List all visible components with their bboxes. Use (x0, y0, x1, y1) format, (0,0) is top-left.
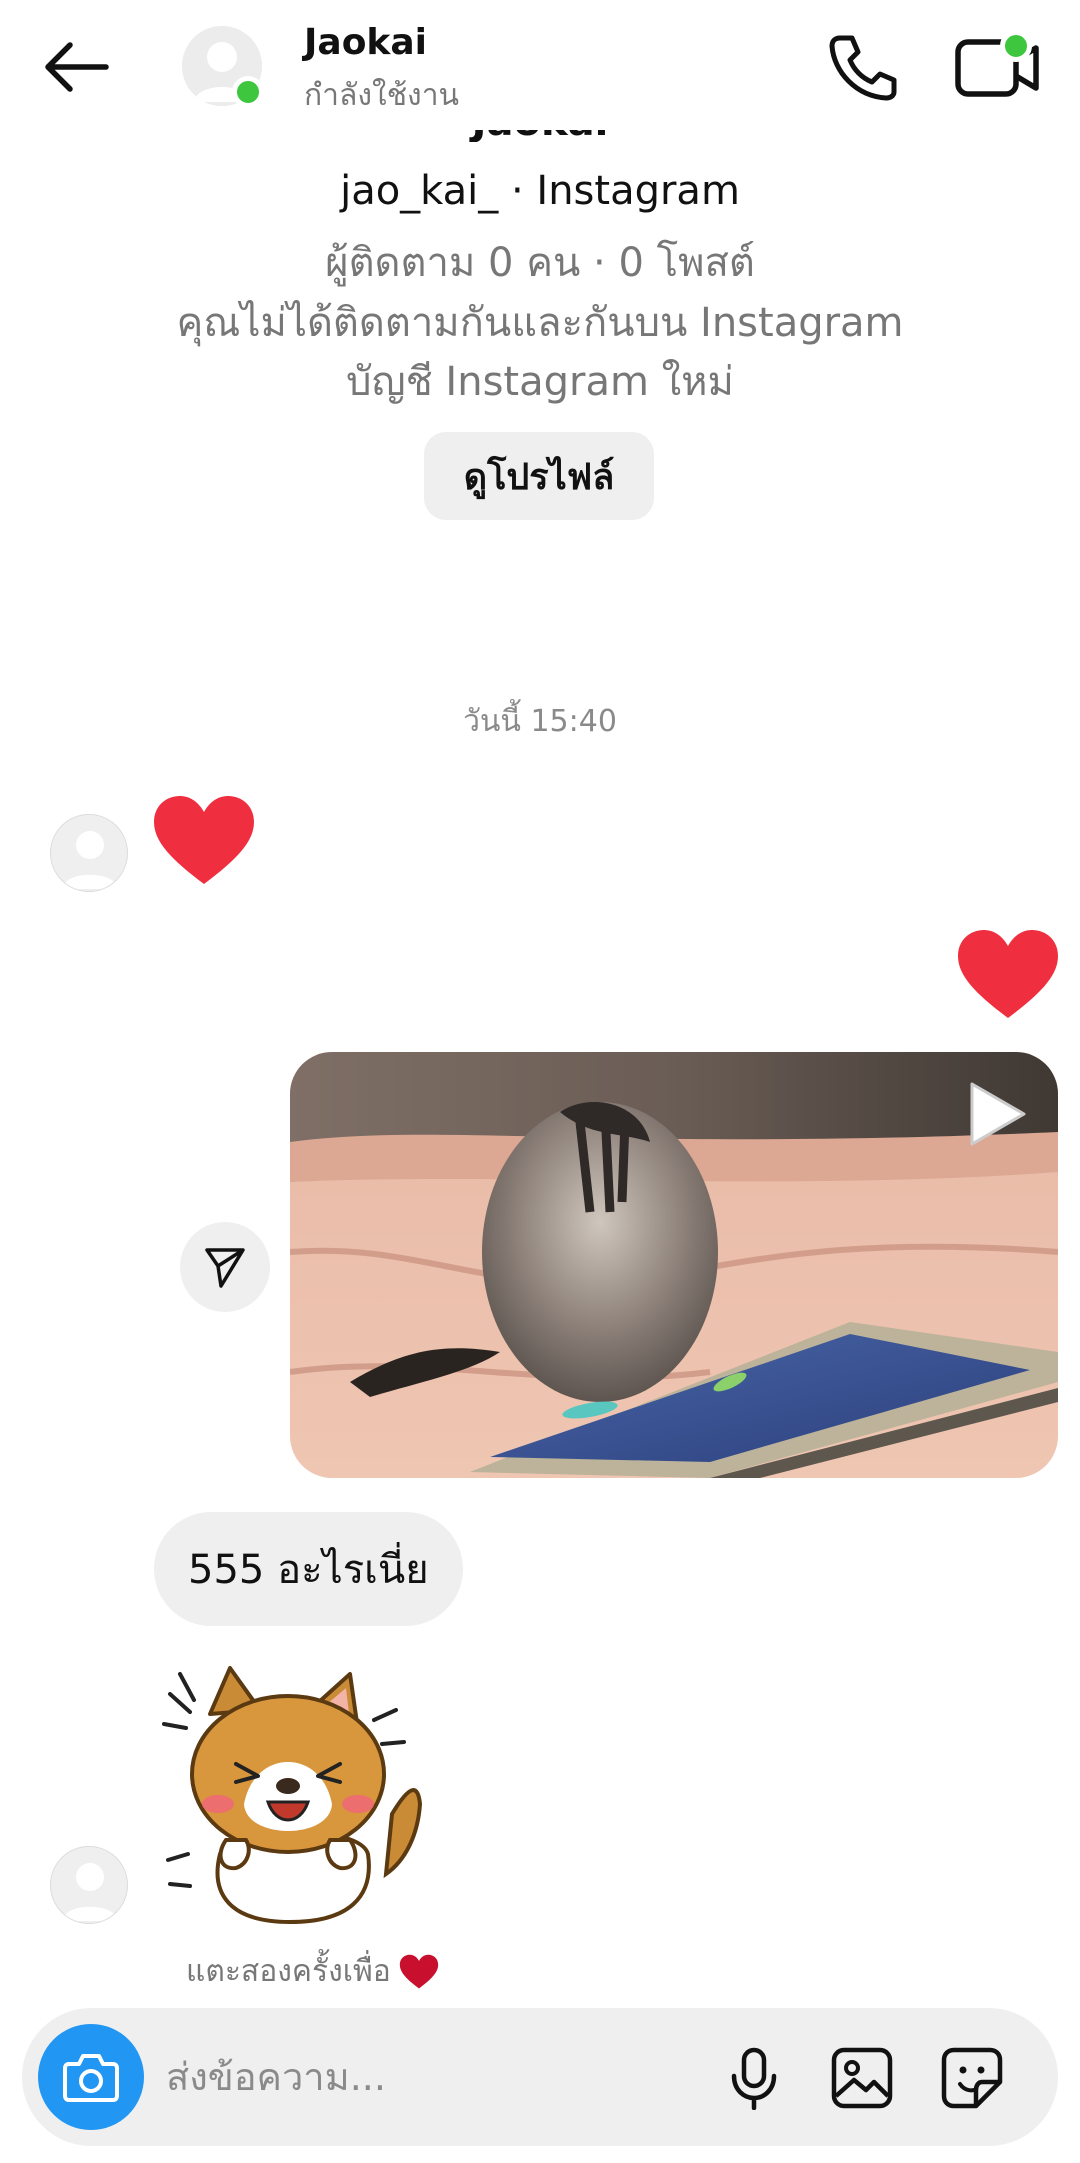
phone-icon (829, 35, 897, 101)
heart-icon (399, 1954, 438, 1988)
gallery-icon (831, 2047, 893, 2109)
heart-icon[interactable] (956, 928, 1060, 1022)
double-tap-text: แตะสองครั้งเพื่อ (186, 1954, 391, 1989)
camera-button[interactable] (38, 2024, 144, 2130)
gallery-button[interactable] (830, 2046, 894, 2110)
video-message[interactable] (290, 1052, 1058, 1478)
view-profile-button[interactable]: ดูโปรไฟล์ (424, 432, 654, 520)
sticker-icon (941, 2047, 1003, 2109)
sender-avatar[interactable] (50, 814, 128, 892)
corgi-sticker-image (162, 1666, 423, 1925)
sticker-button[interactable] (940, 2046, 1004, 2110)
online-status-dot (232, 76, 264, 108)
play-icon[interactable] (964, 1080, 1028, 1148)
profile-new-account: บัญชี Instagram ใหม่ (346, 359, 734, 405)
microphone-icon (731, 2047, 777, 2111)
audio-call-button[interactable] (822, 30, 902, 102)
message-timestamp: วันนี้ 15:40 (463, 704, 617, 739)
default-avatar-icon (62, 831, 118, 889)
double-tap-hint: แตะสองครั้งเพื่อ (186, 1948, 439, 1995)
back-arrow-icon (45, 42, 109, 92)
camera-icon (63, 2054, 119, 2102)
share-button[interactable] (180, 1222, 270, 1312)
received-text-message[interactable]: 555 อะไรเนี่ย (154, 1512, 463, 1626)
chat-header: Jaokai กำลังใช้งาน (0, 0, 1080, 130)
default-avatar-icon (62, 1863, 118, 1921)
message-composer (22, 2008, 1058, 2146)
video-online-dot (1000, 30, 1032, 62)
message-input[interactable] (166, 2038, 706, 2116)
back-button[interactable] (40, 38, 112, 96)
video-thumbnail (290, 1052, 1058, 1478)
profile-handle: jao_kai_ · Instagram (340, 168, 740, 214)
profile-follow-info: คุณไม่ได้ติดตามกันและกันบน Instagram (176, 300, 904, 346)
send-icon (205, 1248, 245, 1288)
profile-stats: ผู้ติดตาม 0 คน · 0 โพสต์ (325, 240, 755, 286)
heart-icon[interactable] (152, 794, 256, 888)
sender-avatar[interactable] (50, 1846, 128, 1924)
contact-name[interactable]: Jaokai (304, 22, 427, 63)
microphone-button[interactable] (722, 2046, 786, 2111)
contact-status: กำลังใช้งาน (304, 78, 460, 113)
corgi-sticker[interactable] (160, 1664, 434, 1925)
